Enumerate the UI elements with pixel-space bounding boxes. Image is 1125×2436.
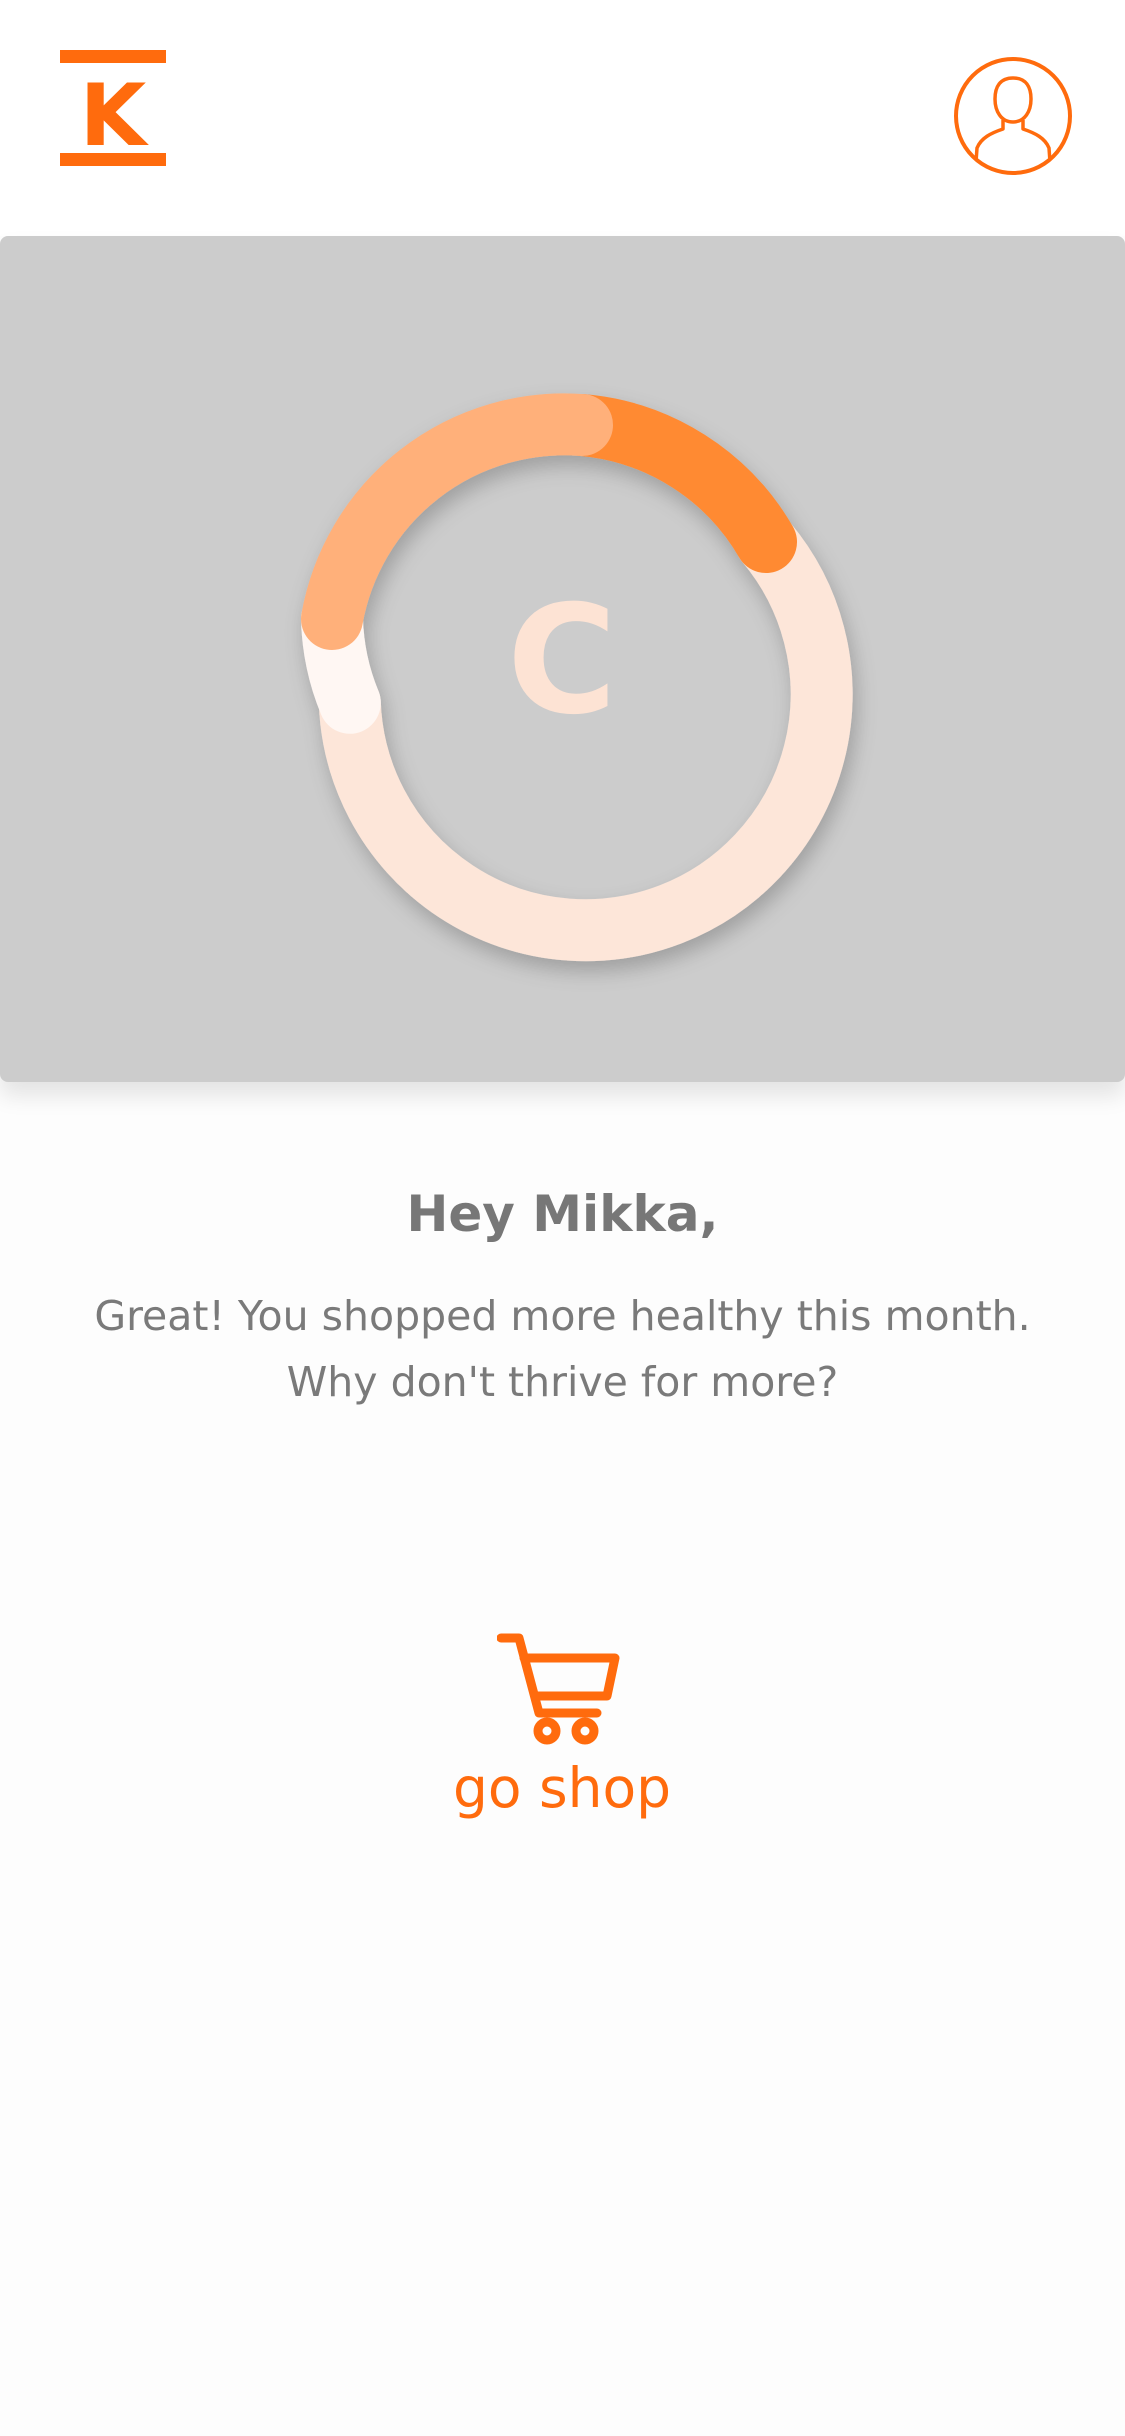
message-line-2: Why don't thrive for more?	[286, 1358, 839, 1406]
go-shop-button[interactable]: go shop	[412, 1630, 712, 1840]
home-screen: K C Hey Mikka, Great! You shopped more h…	[0, 0, 1125, 2436]
profile-button[interactable]	[953, 56, 1073, 176]
message-line-1: Great! You shopped more healthy this mon…	[94, 1292, 1031, 1340]
greeting-message: Great! You shopped more healthy this mon…	[60, 1283, 1065, 1415]
top-bar: K	[0, 0, 1125, 236]
greeting-title: Hey Mikka,	[406, 1185, 719, 1243]
user-profile-icon	[954, 57, 1072, 175]
health-score-card: C	[0, 236, 1125, 1082]
health-grade: C	[506, 574, 618, 748]
logo-letter: K	[80, 66, 150, 166]
ring-segment-accent	[551, 394, 797, 573]
k-logo-icon[interactable]: K	[58, 48, 168, 168]
go-shop-label: go shop	[452, 1756, 672, 1820]
shopping-cart-icon	[497, 1633, 620, 1745]
